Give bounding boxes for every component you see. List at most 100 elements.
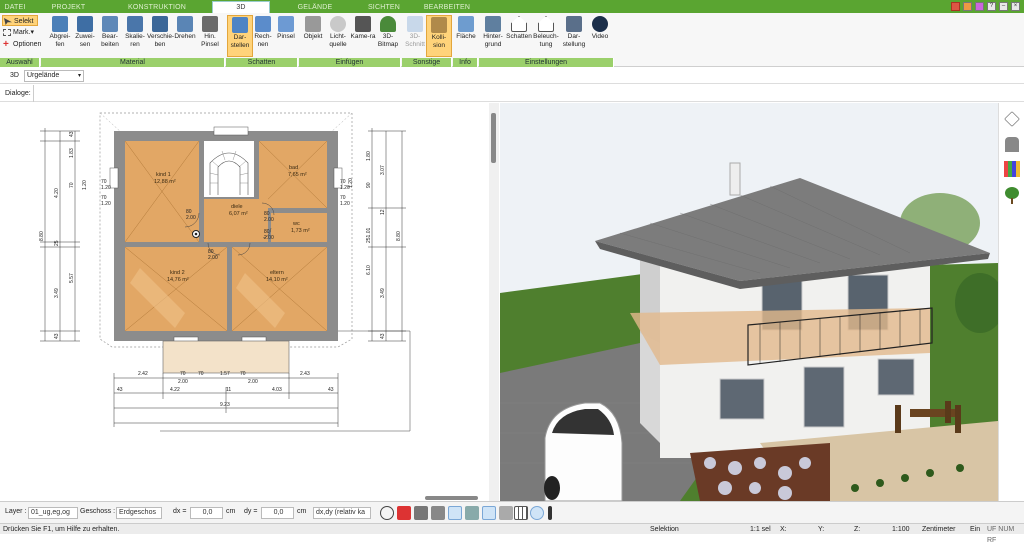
grid-snap-icon[interactable] <box>431 506 445 520</box>
hintergrund-button[interactable]: Hinter-grund <box>480 15 506 57</box>
materials-icon[interactable] <box>1004 161 1020 177</box>
svg-text:12: 12 <box>380 209 386 215</box>
room-diele[interactable]: diele 6,07 m² <box>204 199 268 242</box>
angle-snap-icon[interactable] <box>448 506 462 520</box>
svg-text:2.42: 2.42 <box>138 371 148 377</box>
drehen-button[interactable]: Drehen <box>172 15 198 57</box>
status-mode: Selektion <box>650 526 679 533</box>
bitmap-3d-button[interactable]: 3D-Bitmap <box>375 15 401 57</box>
optionen-button[interactable]: + Optionen <box>2 39 41 50</box>
3d-render[interactable] <box>500 103 998 501</box>
dimension-labels-left: 43 1.83 4.20 70 1.20 25 5.57 3.49 43 8.8… <box>39 131 88 339</box>
north-icon[interactable] <box>530 506 544 520</box>
kollision-button[interactable]: Kolli-sion <box>426 15 452 57</box>
bulb-icon <box>330 16 346 32</box>
plan-vertical-scrollbar[interactable] <box>489 103 499 501</box>
catch-icon[interactable] <box>482 506 496 520</box>
ortho-icon[interactable] <box>465 506 479 520</box>
tab-konstruktion[interactable]: KONSTRUKTION <box>122 2 192 13</box>
rotate-icon <box>177 16 193 32</box>
section-icon <box>407 16 423 32</box>
help-icon[interactable]: ? <box>987 2 996 11</box>
layer-toggle-icon[interactable] <box>499 506 513 520</box>
room-eltern[interactable]: eltern 14,10 m² <box>231 246 328 332</box>
darstellung-button[interactable]: Dar-stellung <box>561 15 587 57</box>
room-area: 6,07 m² <box>229 211 248 217</box>
close-icon[interactable]: × <box>1011 2 1020 11</box>
kamera-button[interactable]: Kame-ra <box>350 15 376 57</box>
status-bar: Drücken Sie F1, um Hilfe zu erhalten. Se… <box>0 523 1024 544</box>
svg-text:1.57: 1.57 <box>220 371 230 377</box>
terrain-select[interactable]: Urgelände ▾ <box>24 70 84 82</box>
tab-datei[interactable]: DATEI <box>2 2 28 13</box>
cursor-icon <box>4 18 12 25</box>
dy-unit: cm <box>297 508 307 515</box>
floor-plan-view[interactable]: kind 1 12,88 m² bad 7,65 m² diele 6,07 m… <box>0 103 499 501</box>
room-label: wc <box>292 221 300 227</box>
skalieren-button[interactable]: Skalie-ren <box>122 15 148 57</box>
dx-input[interactable]: 0,0 <box>190 507 223 519</box>
tab-sichten[interactable]: SICHTEN <box>358 2 410 13</box>
zuweisen-button[interactable]: Zuwei-sen <box>72 15 98 57</box>
palette-icon[interactable] <box>963 2 972 11</box>
tab-3d[interactable]: 3D <box>212 1 270 13</box>
tab-projekt[interactable]: PROJEKT <box>46 2 91 13</box>
room-label: kind 1 <box>156 172 171 178</box>
schatten-pinsel-button[interactable]: Pinsel <box>273 15 299 57</box>
layer-select[interactable]: 01_ug,eg,og <box>28 507 78 519</box>
video-button[interactable]: Video <box>587 15 613 57</box>
room-area: 7,65 m² <box>288 172 307 178</box>
minimize-icon[interactable]: – <box>999 2 1008 11</box>
schatten-settings-button[interactable]: Schatten <box>506 15 532 57</box>
verschieben-button[interactable]: Verschie-ben <box>147 15 174 57</box>
dy-input[interactable]: 0,0 <box>261 507 294 519</box>
hin-pinsel-button[interactable]: Hin. Pinsel <box>197 15 223 57</box>
svg-text:6.10: 6.10 <box>366 265 372 275</box>
room-bad[interactable]: bad 7,65 m² <box>258 140 328 209</box>
svg-text:70: 70 <box>180 371 186 377</box>
tab-gelaende[interactable]: GELÄNDE <box>290 2 340 13</box>
house-light-icon <box>538 16 554 32</box>
snap-icon[interactable] <box>414 506 428 520</box>
dimension-labels-bottom: 2.42 70 70 1.57 70 2.00 2.43 2.00 43 4.2… <box>117 371 334 408</box>
svg-text:9.23: 9.23 <box>220 402 230 408</box>
svg-text:43: 43 <box>117 387 123 393</box>
record-icon[interactable] <box>397 506 411 520</box>
schnitt-3d-button[interactable]: 3D-Schnitt <box>402 15 428 57</box>
lichtquelle-button[interactable]: Licht-quelle <box>325 15 351 57</box>
pin-icon[interactable] <box>548 506 552 520</box>
beleuchtung-button[interactable]: Beleuch-tung <box>533 15 559 57</box>
mark-button[interactable]: Mark.▾ <box>2 27 34 38</box>
objekt-button[interactable]: Objekt <box>300 15 326 57</box>
selekt-button[interactable]: Selekt <box>2 15 38 26</box>
group-material: Abgrei-fen Zuwei-sen Bear-beiten Skalie-… <box>41 13 225 67</box>
coordinate-mode-select[interactable]: dx,dy (relativ ka <box>313 507 371 519</box>
bearbeiten-button[interactable]: Bear-beiten <box>97 15 123 57</box>
clock-icon[interactable] <box>380 506 394 520</box>
room-wc[interactable]: wc 1,73 m² <box>271 213 327 242</box>
status-hint: Drücken Sie F1, um Hilfe zu erhalten. <box>3 526 120 533</box>
tab-bearbeiten[interactable]: BEARBEITEN <box>420 2 474 13</box>
status-x: X: <box>780 526 787 533</box>
floor-plan-canvas[interactable]: kind 1 12,88 m² bad 7,65 m² diele 6,07 m… <box>0 103 499 501</box>
svg-text:1.20: 1.20 <box>101 185 111 191</box>
bottom-toolbar: Layer : 01_ug,eg,og Geschoss : Erdgescho… <box>0 501 1024 523</box>
layers-icon[interactable] <box>975 2 984 11</box>
room-label: diele <box>231 204 243 210</box>
scroll-thumb[interactable] <box>491 113 496 163</box>
chevron-down-icon: ▾ <box>77 73 81 79</box>
grid-icon[interactable] <box>514 506 528 520</box>
group-label-einstellungen: Einstellungen <box>479 58 614 67</box>
car <box>544 402 623 501</box>
flaeche-button[interactable]: Fläche <box>453 15 479 57</box>
chair-icon[interactable] <box>1005 137 1019 152</box>
plan-horizontal-scrollbar[interactable] <box>425 496 478 500</box>
layer-label: Layer : <box>5 508 27 515</box>
room-stairs[interactable] <box>204 141 254 197</box>
3d-view[interactable] <box>500 103 998 501</box>
camera-icon <box>355 16 371 32</box>
geschoss-select[interactable]: Erdgeschos <box>116 507 162 519</box>
layers-icon[interactable] <box>1004 111 1020 127</box>
abgreifen-button[interactable]: Abgrei-fen <box>47 15 73 57</box>
pen-icon[interactable] <box>951 2 960 11</box>
